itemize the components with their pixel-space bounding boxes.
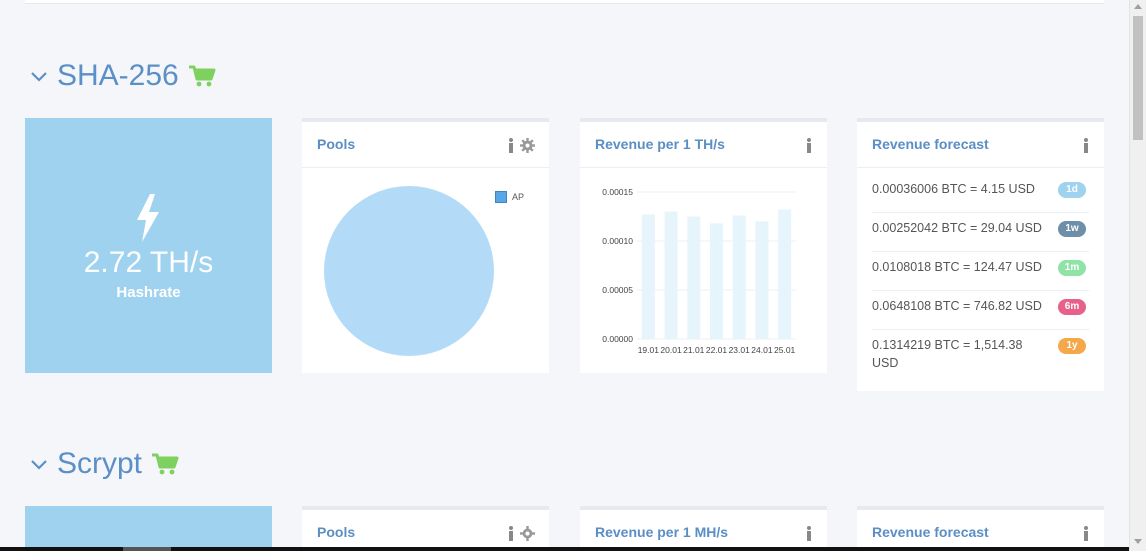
cart-icon[interactable] — [151, 453, 179, 475]
revenue-bar — [641, 214, 655, 339]
y-tick-label: 0.00010 — [602, 236, 633, 246]
forecast-card: Revenue forecast 0.00036006 BTC = 4.15 U… — [857, 118, 1104, 391]
gear-icon[interactable] — [520, 526, 535, 541]
pools-legend: AP — [495, 191, 524, 203]
revenue-bar — [664, 211, 678, 339]
card-header: Revenue forecast — [857, 510, 1104, 547]
scroll-down-icon[interactable] — [1134, 539, 1142, 544]
forecast-text: 0.0108018 BTC = 124.47 USD — [872, 260, 1042, 274]
period-badge: 6m — [1058, 299, 1086, 315]
previous-panel-edge — [25, 0, 1104, 4]
forecast-row: 0.0648108 BTC = 746.82 USD 6m — [872, 293, 1089, 330]
x-tick-label: 23.01 — [729, 345, 751, 355]
info-icon[interactable] — [1082, 138, 1090, 153]
info-icon[interactable] — [507, 526, 515, 541]
section-title: Scrypt — [57, 447, 143, 480]
info-icon[interactable] — [805, 138, 813, 153]
card-header: Pools — [302, 510, 549, 547]
revenue-bar-chart: 0.00015 0.00010 0.00005 0.00000 19.01 20.01 21… — [602, 187, 796, 355]
pools-pie-chart — [324, 186, 494, 356]
revenue-card: Revenue per 1 MH/s — [580, 506, 827, 547]
section-header-scrypt: Scrypt — [30, 446, 179, 482]
vertical-scrollbar[interactable] — [1129, 0, 1146, 551]
x-tick-label: 22.01 — [706, 345, 728, 355]
section-title: SHA-256 — [57, 59, 179, 92]
forecast-text: 0.1314219 BTC = 1,514.38 USD — [872, 338, 1023, 370]
chevron-down-icon[interactable] — [30, 67, 48, 85]
hashrate-tile: 2.72 TH/s Hashrate — [25, 118, 272, 373]
revenue-title: Revenue per 1 MH/s — [595, 524, 729, 540]
chevron-down-icon[interactable] — [30, 455, 48, 473]
card-header: Revenue per 1 TH/s — [580, 122, 827, 168]
scroll-up-icon[interactable] — [1134, 4, 1142, 9]
forecast-row: 0.00252042 BTC = 29.04 USD 1w — [872, 215, 1089, 252]
forecast-text: 0.0648108 BTC = 746.82 USD — [872, 299, 1042, 313]
legend-label: AP — [512, 192, 525, 202]
x-tick-label: 24.01 — [751, 345, 773, 355]
period-badge: 1w — [1058, 221, 1086, 237]
period-badge: 1y — [1058, 338, 1086, 354]
y-tick-label: 0.00000 — [602, 334, 633, 344]
hashrate-value: 2.72 TH/s — [83, 246, 214, 279]
y-tick-label: 0.00005 — [602, 285, 633, 295]
info-icon[interactable] — [507, 138, 515, 153]
x-tick-label: 21.01 — [683, 345, 705, 355]
revenue-bar — [732, 215, 746, 339]
scroll-thumb[interactable] — [1133, 16, 1143, 140]
pools-card: Pools — [302, 506, 549, 547]
card-header: Pools — [302, 122, 549, 168]
forecast-row: 0.00036006 BTC = 4.15 USD 1d — [872, 176, 1089, 213]
horizontal-scroll-thumb[interactable] — [123, 547, 171, 551]
pools-title: Pools — [317, 136, 356, 152]
forecast-row: 0.0108018 BTC = 124.47 USD 1m — [872, 254, 1089, 291]
revenue-bar — [687, 216, 701, 339]
section-header-sha256: SHA-256 — [30, 58, 216, 94]
info-icon[interactable] — [1082, 526, 1090, 541]
pie-slice-ap — [324, 186, 494, 356]
forecast-row: 0.1314219 BTC = 1,514.38 USD 1y — [872, 336, 1089, 378]
period-badge: 1d — [1058, 182, 1086, 198]
pools-card: Pools AP — [302, 118, 549, 373]
lightning-icon — [137, 194, 159, 242]
pools-title: Pools — [317, 524, 356, 540]
gear-icon[interactable] — [520, 138, 535, 153]
x-tick-label: 20.01 — [660, 345, 682, 355]
legend-swatch — [495, 191, 507, 203]
forecast-title: Revenue forecast — [872, 136, 989, 152]
revenue-bar — [710, 223, 723, 339]
card-header: Revenue forecast — [857, 122, 1104, 168]
x-tick-label: 25.01 — [774, 345, 796, 355]
forecast-text: 0.00252042 BTC = 29.04 USD — [872, 221, 1042, 235]
period-badge: 1m — [1058, 260, 1086, 276]
revenue-bar — [755, 221, 769, 339]
forecast-text: 0.00036006 BTC = 4.15 USD — [872, 182, 1035, 196]
revenue-card: Revenue per 1 TH/s 0.00015 0.00010 0.00005… — [580, 118, 827, 373]
hashrate-tile — [25, 506, 272, 547]
hashrate-label: Hashrate — [116, 284, 181, 301]
info-icon[interactable] — [805, 526, 813, 541]
y-tick-label: 0.00015 — [602, 187, 633, 197]
forecast-title: Revenue forecast — [872, 524, 989, 540]
x-tick-label: 19.01 — [638, 345, 660, 355]
forecast-card: Revenue forecast — [857, 506, 1104, 547]
revenue-bar — [778, 209, 792, 339]
card-header: Revenue per 1 MH/s — [580, 510, 827, 547]
revenue-title: Revenue per 1 TH/s — [595, 136, 725, 152]
cart-icon[interactable] — [188, 65, 216, 87]
